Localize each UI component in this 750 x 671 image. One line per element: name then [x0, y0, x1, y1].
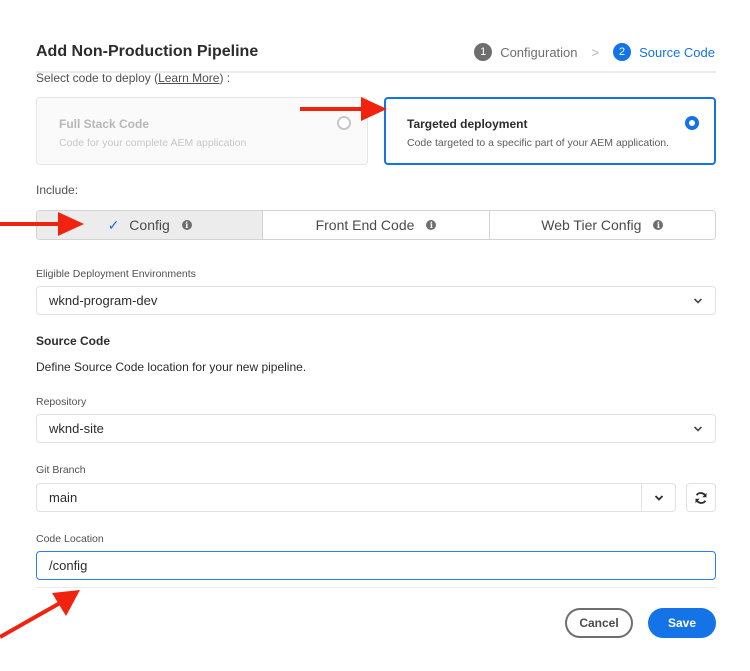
chevron-right-icon: > — [591, 44, 600, 60]
select-value: wknd-program-dev — [49, 293, 158, 308]
footer-divider — [36, 587, 716, 588]
step-label: Configuration — [500, 44, 578, 60]
radio-button-selected[interactable] — [685, 116, 699, 130]
step-number-badge: 2 — [613, 43, 632, 61]
code-location-label: Code Location — [36, 533, 104, 545]
select-value: wknd-site — [49, 421, 104, 436]
include-option-front-end-code[interactable]: Front End Code i — [263, 211, 490, 239]
save-button[interactable]: Save — [648, 608, 716, 638]
include-option-web-tier-config[interactable]: Web Tier Config i — [489, 211, 715, 239]
option-label: Front End Code — [315, 217, 415, 233]
prompt-prefix: Select code to deploy ( — [36, 71, 159, 85]
repository-label: Repository — [36, 396, 87, 408]
source-code-description: Define Source Code location for your new… — [36, 360, 307, 374]
code-location-input[interactable] — [36, 551, 716, 580]
card-title: Targeted deployment — [407, 117, 528, 131]
option-label: Web Tier Config — [541, 217, 642, 233]
chevron-down-icon — [693, 426, 703, 432]
info-icon[interactable]: i — [181, 220, 192, 230]
prompt-suffix: ) : — [219, 71, 231, 85]
chevron-down-icon — [693, 298, 703, 304]
cancel-button[interactable]: Cancel — [565, 608, 633, 638]
refresh-branches-button[interactable] — [686, 483, 716, 512]
git-branch-dropdown-toggle[interactable] — [641, 484, 675, 511]
step-label: Source Code — [639, 44, 715, 60]
environment-select[interactable]: wknd-program-dev — [36, 286, 716, 315]
targeted-deployment-card[interactable]: Targeted deployment Code targeted to a s… — [384, 97, 716, 165]
step-configuration[interactable]: 1 Configuration — [474, 43, 578, 61]
include-option-config[interactable]: ✓ Config i — [37, 211, 264, 239]
select-code-prompt: Select code to deploy (Learn More) : — [36, 71, 230, 85]
info-icon[interactable]: i — [653, 220, 664, 230]
dialog-title: Add Non-Production Pipeline — [36, 43, 259, 60]
repository-select[interactable]: wknd-site — [36, 414, 716, 443]
refresh-icon — [695, 491, 707, 504]
wizard-stepper: 1 Configuration > 2 Source Code — [474, 43, 715, 61]
source-code-heading: Source Code — [36, 334, 111, 348]
environment-label: Eligible Deployment Environments — [36, 268, 196, 280]
git-branch-label: Git Branch — [36, 464, 86, 476]
radio-button[interactable] — [337, 116, 351, 130]
annotation-arrow-code-location — [0, 590, 80, 639]
learn-more-link[interactable]: Learn More — [158, 71, 219, 85]
chevron-down-icon — [654, 494, 663, 501]
select-value: main — [49, 490, 78, 505]
include-segmented-control: ✓ Config i Front End Code i Web Tier Con… — [36, 210, 716, 240]
info-icon[interactable]: i — [426, 220, 437, 230]
card-description: Code for your complete AEM application — [59, 137, 247, 149]
step-number-badge: 1 — [474, 43, 493, 61]
option-label: Config — [129, 217, 170, 233]
card-description: Code targeted to a specific part of your… — [407, 137, 670, 149]
step-source-code[interactable]: 2 Source Code — [613, 43, 715, 61]
full-stack-code-card[interactable]: Full Stack Code Code for your complete A… — [36, 97, 368, 165]
checkmark-icon: ✓ — [107, 216, 120, 233]
git-branch-select[interactable]: main — [36, 483, 676, 512]
card-title: Full Stack Code — [59, 117, 150, 131]
include-label: Include: — [36, 183, 79, 197]
